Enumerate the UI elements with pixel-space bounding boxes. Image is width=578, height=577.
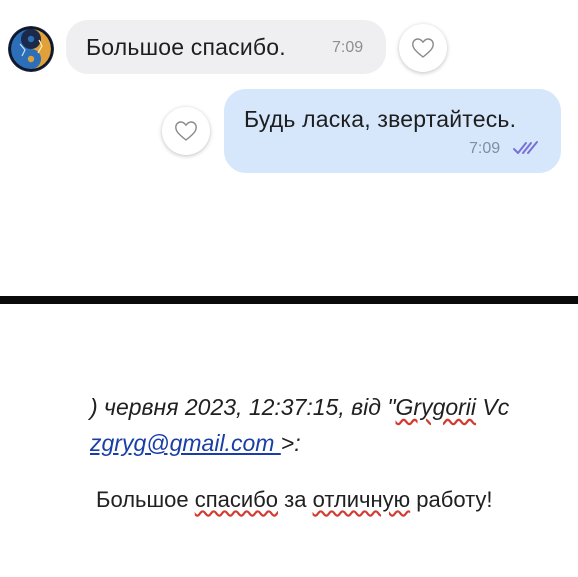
- body-word-1: Большое: [96, 487, 195, 512]
- incoming-message-time: 7:09: [332, 39, 364, 56]
- email-panel: ) червня 2023, 12:37:15, від "Grygorii V…: [0, 304, 578, 577]
- quoted-header-line: ) червня 2023, 12:37:15, від "Grygorii V…: [90, 394, 509, 421]
- like-outgoing-button[interactable]: [162, 107, 210, 155]
- screenshot-stage: Большое спасибо. 7:09 Будь ласка, зверта…: [0, 0, 578, 577]
- contact-avatar[interactable]: [8, 26, 54, 72]
- chat-panel: Большое спасибо. 7:09 Будь ласка, зверта…: [0, 0, 578, 296]
- double-check-read-icon: [513, 141, 538, 154]
- body-word-4: отличную: [312, 487, 411, 512]
- quoted-date-prefix: ) червня 2023, 12:37:15, від ": [90, 394, 396, 420]
- incoming-message-bubble[interactable]: Большое спасибо. 7:09: [66, 20, 386, 74]
- quoted-email-line: zgryg@gmail.com >:: [90, 430, 301, 457]
- like-incoming-button[interactable]: [399, 24, 447, 72]
- outgoing-message-text: Будь ласка, звертайтесь.: [244, 106, 517, 132]
- email-suffix: >:: [280, 430, 301, 456]
- avatar-image: [8, 26, 54, 72]
- screenshot-divider: [0, 296, 578, 304]
- email-body-text: Большое спасибо за отличную работу!: [96, 487, 493, 513]
- heart-outline-icon: [412, 38, 434, 58]
- sender-email-link[interactable]: zgryg@gmail.com: [90, 430, 281, 456]
- outgoing-message-time: 7:09: [469, 140, 501, 157]
- quoted-sender-name: Grygorii: [395, 394, 477, 420]
- outgoing-message-bubble[interactable]: Будь ласка, звертайтесь. 7:09: [224, 89, 561, 173]
- heart-outline-icon: [175, 121, 197, 141]
- body-word-5: работу!: [410, 487, 493, 512]
- incoming-message-text: Большое спасибо.: [86, 34, 286, 60]
- body-word-2: спасибо: [194, 487, 279, 512]
- quoted-sender-surname: Vc: [476, 394, 510, 420]
- body-word-3: за: [278, 487, 313, 512]
